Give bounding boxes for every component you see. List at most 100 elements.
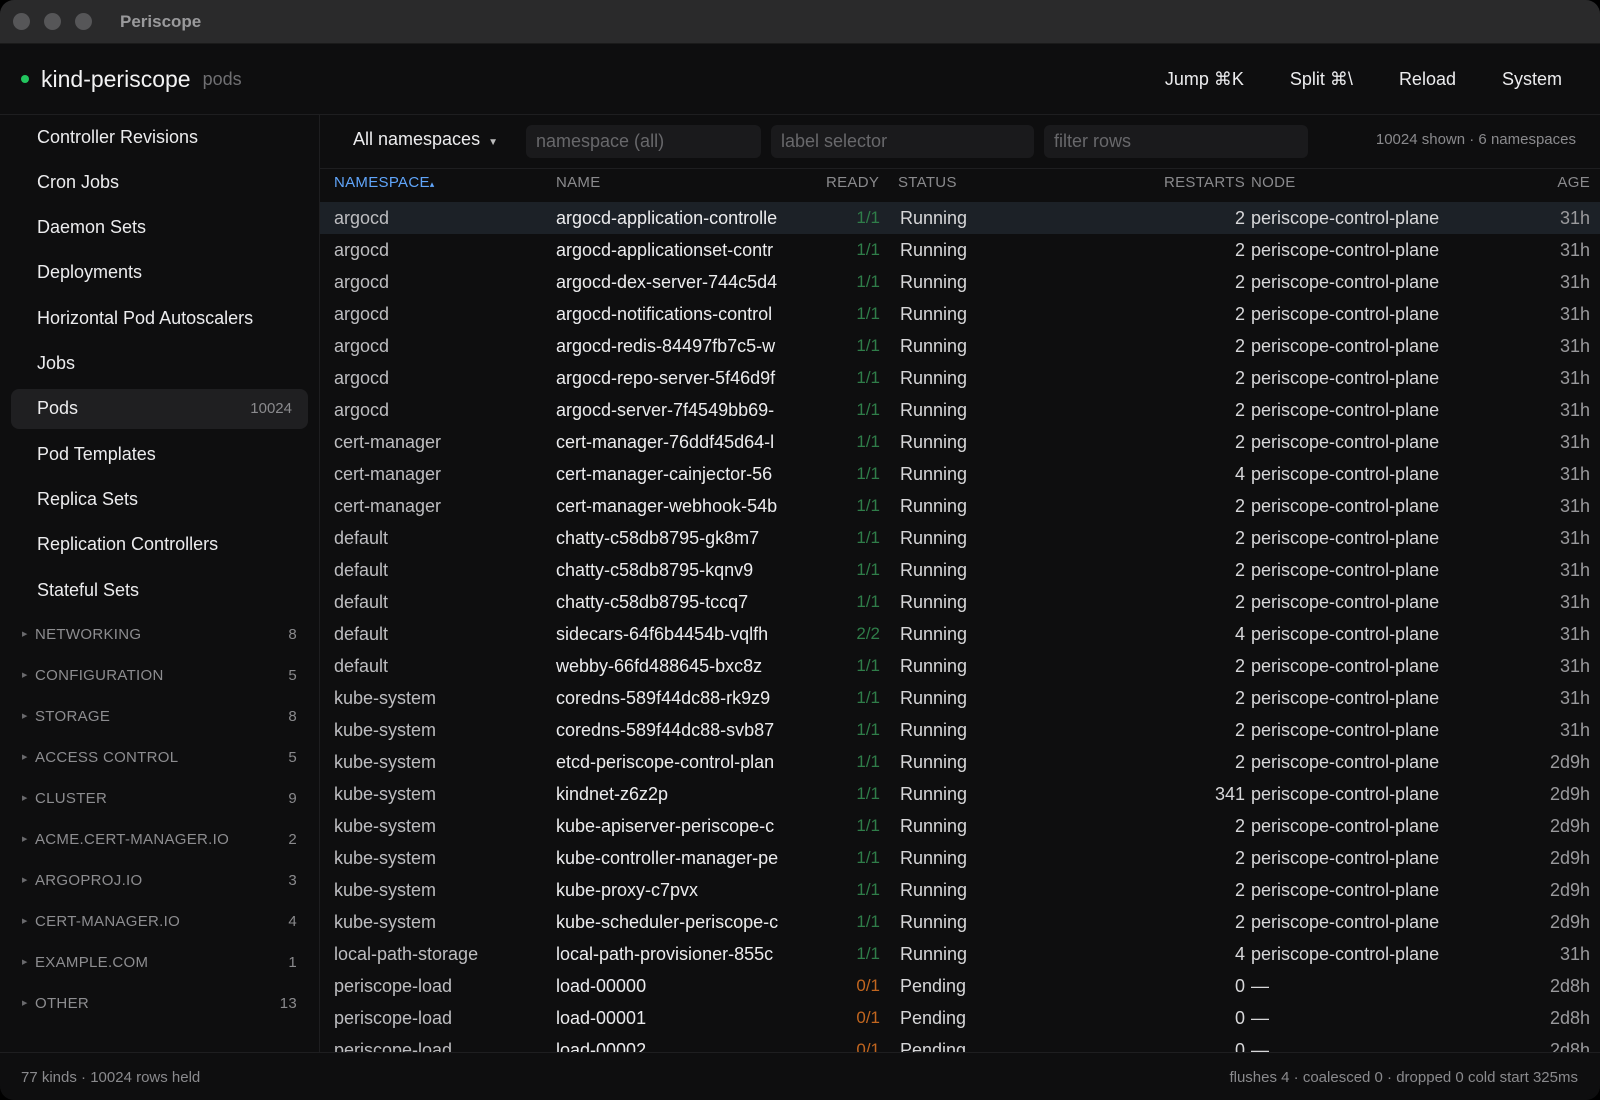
cell-pod-name: argocd-application-controlle [556, 208, 778, 228]
cell-restarts: 4 [1234, 624, 1245, 644]
table-row[interactable]: default chatty-c58db8795-tccq7 1/1 Running 2… [320, 586, 1600, 618]
namespace-select[interactable]: All namespaces ▼ [353, 129, 498, 150]
table-row[interactable]: argocd argocd-redis-84497fb7c5-w 1/1 Runnin… [320, 330, 1600, 362]
table-row[interactable]: kube-system coredns-589f44dc88-rk9z9 1/1 Ru… [320, 682, 1600, 714]
cell-namespace: periscope-load [334, 1040, 453, 1052]
table-row[interactable]: periscope-load load-00001 0/1 Pending 0 — 2d8h [320, 1002, 1600, 1034]
sidebar-group-storage[interactable]: ▶ STORAGE 8 [22, 705, 297, 727]
cell-pod-name: argocd-server-7f4549bb69- [556, 400, 775, 420]
namespace-input[interactable] [526, 125, 761, 158]
sidebar-item-daemon-sets[interactable]: Daemon Sets [11, 208, 308, 248]
sidebar-group-argoproj-io[interactable]: ▶ ARGOPROJ.IO 3 [22, 869, 297, 891]
sidebar-group-networking[interactable]: ▶ NETWORKING 8 [22, 623, 297, 645]
table-row[interactable]: kube-system kube-apiserver-periscope-c 1/1… [320, 810, 1600, 842]
sidebar-group-acme-cert-manager-io[interactable]: ▶ ACME.CERT-MANAGER.IO 2 [22, 828, 297, 850]
table-row[interactable]: kube-system kube-controller-manager-pe 1/1… [320, 842, 1600, 874]
column-header-status[interactable]: STATUS [898, 174, 957, 191]
cell-ready: 1/1 [856, 336, 880, 355]
cell-status: Running [900, 400, 968, 420]
column-header-namespace[interactable]: NAMESPACE▴ [334, 174, 435, 191]
chevron-right-icon: ▶ [22, 795, 28, 802]
label-selector-input[interactable] [771, 125, 1034, 158]
cell-namespace: default [334, 560, 389, 580]
sidebar-group-other[interactable]: ▶ OTHER 13 [22, 992, 297, 1014]
table-row[interactable]: cert-manager cert-manager-webhook-54b 1/1 R… [320, 490, 1600, 522]
sidebar-item-deployments[interactable]: Deployments [11, 253, 308, 293]
cell-namespace: periscope-load [334, 976, 453, 996]
table-row[interactable]: argocd argocd-repo-server-5f46d9f 1/1 Runni… [320, 362, 1600, 394]
sidebar-group-cert-manager-io[interactable]: ▶ CERT-MANAGER.IO 4 [22, 910, 297, 932]
sidebar-group-access-control[interactable]: ▶ ACCESS CONTROL 5 [22, 746, 297, 768]
table-row[interactable]: kube-system etcd-periscope-control-plan 1/… [320, 746, 1600, 778]
cell-namespace: kube-system [334, 784, 437, 804]
sidebar-group-configuration[interactable]: ▶ CONFIGURATION 5 [22, 664, 297, 686]
table-row[interactable]: argocd argocd-applicationset-contr 1/1 Runn… [320, 234, 1600, 266]
table-row[interactable]: kube-system coredns-589f44dc88-svb87 1/1 Ru… [320, 714, 1600, 746]
sidebar-item-replication-controllers[interactable]: Replication Controllers [11, 525, 308, 565]
sidebar-item-cron-jobs[interactable]: Cron Jobs [11, 162, 308, 202]
jump-button[interactable]: Jump ⌘K [1165, 69, 1244, 90]
split-button[interactable]: Split ⌘\ [1290, 69, 1353, 90]
table-row[interactable]: argocd argocd-application-controlle 1/1 Run… [320, 202, 1600, 234]
sidebar-group-label: ACME.CERT-MANAGER.IO [35, 830, 230, 848]
filter-rows-input[interactable] [1044, 125, 1308, 158]
table-row[interactable]: periscope-load load-00002 0/1 Pending 0 — 2d8h [320, 1034, 1600, 1052]
table-row[interactable]: kube-system kindnet-z6z2p 1/1 Running 341 per… [320, 778, 1600, 810]
sidebar-item-stateful-sets[interactable]: Stateful Sets [11, 570, 308, 610]
cell-age: 31h [1559, 656, 1590, 676]
sidebar-item-pod-templates[interactable]: Pod Templates [11, 434, 308, 474]
column-header-name[interactable]: NAME [556, 174, 601, 191]
table-row[interactable]: argocd argocd-server-7f4549bb69- 1/1 Runnin… [320, 394, 1600, 426]
status-bar-kinds: 77 kinds · 10024 rows held [21, 1069, 201, 1086]
table-row[interactable]: default sidecars-64f6b4454b-vqlfh 2/2 Runni… [320, 618, 1600, 650]
column-label-namespace: NAMESPACE [334, 174, 430, 191]
table-row[interactable]: argocd argocd-dex-server-744c5d4 1/1 Runnin… [320, 266, 1600, 298]
sidebar-item-jobs[interactable]: Jobs [11, 344, 308, 384]
sidebar-item-horizontal-pod-autoscalers[interactable]: Horizontal Pod Autoscalers [11, 298, 308, 338]
sidebar-item-controller-revisions[interactable]: Controller Revisions [11, 117, 308, 157]
table-row[interactable]: local-path-storage local-path-provisioner… [320, 938, 1600, 970]
cell-namespace: cert-manager [334, 496, 442, 516]
cell-node: periscope-control-plane [1251, 336, 1440, 356]
sidebar-group-example-com[interactable]: ▶ EXAMPLE.COM 1 [22, 951, 297, 973]
sidebar-group-label: NETWORKING [35, 625, 142, 643]
table-row[interactable]: cert-manager cert-manager-76ddf45d64-l 1/1… [320, 426, 1600, 458]
zoom-window-button[interactable] [75, 13, 92, 30]
column-header-ready[interactable]: READY [826, 174, 879, 191]
chevron-right-icon: ▶ [22, 754, 28, 761]
table-row[interactable]: argocd argocd-notifications-control 1/1 Run… [320, 298, 1600, 330]
cell-status: Running [900, 848, 968, 868]
cell-status: Running [900, 208, 968, 228]
cell-age: 2d8h [1549, 1040, 1590, 1052]
sidebar-item-replica-sets[interactable]: Replica Sets [11, 479, 308, 519]
sidebar-group-count: 9 [288, 789, 297, 807]
cell-age: 2d8h [1549, 976, 1590, 996]
column-header-restarts[interactable]: RESTARTS [1164, 174, 1245, 191]
cell-ready: 1/1 [856, 656, 880, 675]
system-button[interactable]: System [1502, 69, 1562, 90]
table-row[interactable]: kube-system kube-scheduler-periscope-c 1/1… [320, 906, 1600, 938]
sidebar-item-pods[interactable]: Pods 10024 [11, 388, 308, 429]
table-row[interactable]: default chatty-c58db8795-gk8m7 1/1 Running 2… [320, 522, 1600, 554]
table-row[interactable]: default chatty-c58db8795-kqnv9 1/1 Running 2… [320, 554, 1600, 586]
cell-status: Running [900, 912, 968, 932]
column-header-node[interactable]: NODE [1251, 174, 1296, 191]
close-window-button[interactable] [13, 13, 30, 30]
cell-age: 2d9h [1549, 784, 1590, 804]
column-header-age[interactable]: AGE [1557, 174, 1590, 191]
cell-status: Running [900, 560, 968, 580]
sidebar-item-label: Controller Revisions [37, 126, 199, 147]
cluster-context-name[interactable]: kind-periscope [41, 66, 191, 93]
cell-pod-name: coredns-589f44dc88-svb87 [556, 720, 775, 740]
table-row[interactable]: kube-system kube-proxy-c7pvx 1/1 Running 2 pe… [320, 874, 1600, 906]
sidebar-group-cluster[interactable]: ▶ CLUSTER 9 [22, 787, 297, 809]
table-row[interactable]: periscope-load load-00000 0/1 Pending 0 — 2d8h [320, 970, 1600, 1002]
table-row[interactable]: cert-manager cert-manager-cainjector-56 1/… [320, 458, 1600, 490]
cell-pod-name: argocd-dex-server-744c5d4 [556, 272, 778, 292]
table-row[interactable]: default webby-66fd488645-bxc8z 1/1 Running 2… [320, 650, 1600, 682]
rows-shown-summary: 10024 shown · 6 namespaces [1375, 131, 1576, 148]
cell-ready: 1/1 [856, 528, 880, 547]
reload-button[interactable]: Reload [1399, 69, 1456, 90]
minimize-window-button[interactable] [44, 13, 61, 30]
sidebar-group-count: 2 [288, 830, 297, 848]
